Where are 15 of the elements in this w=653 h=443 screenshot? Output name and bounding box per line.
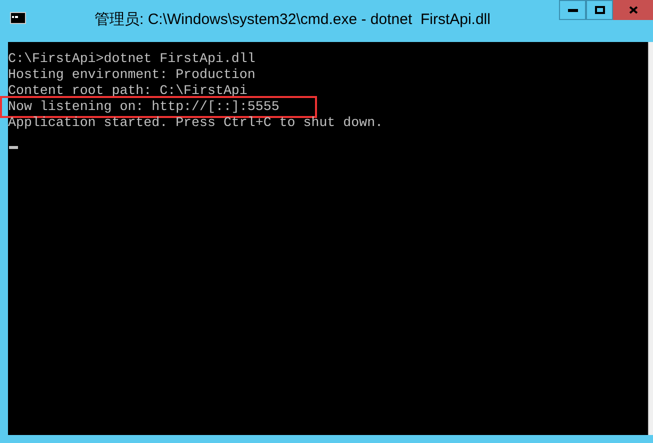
window-title: 管理员: C:\Windows\system32\cmd.exe - dotnet FirstApi.dll bbox=[94, 10, 490, 30]
minimize-icon bbox=[568, 8, 578, 12]
text-cursor bbox=[9, 146, 18, 149]
close-icon bbox=[628, 6, 638, 14]
console-line: Content root path: C:\FirstApi bbox=[8, 83, 248, 99]
scrollbar[interactable] bbox=[648, 42, 653, 435]
close-button[interactable] bbox=[613, 0, 653, 20]
maximize-icon bbox=[594, 6, 604, 14]
console-line: Application started. Press Ctrl+C to shut down. bbox=[8, 115, 384, 131]
console-line: C:\FirstApi>dotnet FirstApi.dll bbox=[8, 51, 256, 67]
console-app-icon bbox=[10, 12, 26, 24]
console-line: Hosting environment: Production bbox=[8, 67, 256, 83]
minimize-button[interactable] bbox=[559, 0, 586, 20]
maximize-button[interactable] bbox=[586, 0, 613, 20]
console-line: Now listening on: http://[::]:5555 bbox=[2, 98, 316, 116]
